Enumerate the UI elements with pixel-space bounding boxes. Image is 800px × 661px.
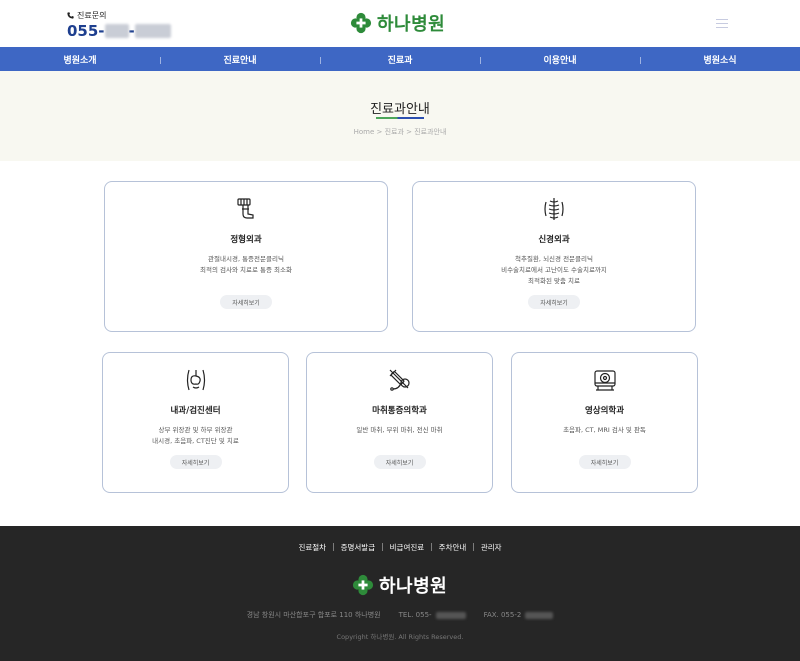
title-underline <box>376 117 424 119</box>
menu-icon[interactable] <box>716 19 728 29</box>
breadcrumb: Home > 진료과 > 진료과안내 <box>353 128 447 136</box>
page-title: 진료과안내 <box>370 102 430 117</box>
card-title: 영상의학과 <box>584 406 625 416</box>
card-desc-line: 최적화된 맞춤 치료 <box>528 277 580 285</box>
card-desc-line: 상부 위장관 및 하부 위장관 <box>158 426 233 434</box>
main-nav: 병원소개 진료안내 진료과 이용안내 병원소식 <box>0 47 800 71</box>
nav-item-news[interactable]: 병원소식 <box>640 47 800 71</box>
card-title: 정형외과 <box>230 235 262 245</box>
card-desc-line: 일반 마취, 부위 마취, 전신 마취 <box>356 426 443 434</box>
nav-item-usage-guide[interactable]: 이용안내 <box>480 47 640 71</box>
logo-text: 하나병원 <box>377 14 446 35</box>
fax-redacted <box>525 611 554 619</box>
details-button[interactable]: 자세히보기 <box>169 455 222 469</box>
orthopedic-brace-icon <box>237 198 254 219</box>
footer-logo-text: 하나병원 <box>379 576 448 597</box>
footer-link-admin[interactable]: 관리자 <box>481 542 502 553</box>
fax-label: FAX. 055-2 <box>483 611 522 619</box>
details-button[interactable]: 자세히보기 <box>528 295 580 309</box>
department-card-internal-medicine: 내과/검진센터 상부 위장관 및 하부 위장관 내시경, 초음파, CT진단 및… <box>102 352 289 493</box>
address-text: 경남 창원시 마산합포구 합포로 110 하나병원 <box>246 611 381 619</box>
torso-organs-icon <box>186 369 205 391</box>
site-logo[interactable]: 하나병원 <box>350 10 445 36</box>
copyright: Copyright 하나병원. All Rights Reserved. <box>336 633 464 641</box>
card-desc-line: 최적의 검사와 치료로 통증 최소화 <box>200 266 292 274</box>
scanner-icon <box>593 370 616 391</box>
department-card-orthopedics: 정형외과 관절내시경, 통증전문클리닉 최적의 검사와 치료로 통증 최소화 자… <box>104 181 388 332</box>
phone-redacted-part <box>134 24 171 38</box>
card-description: 척추질환, 뇌신경 전문클리닉 비수술치료에서 고난이도 수술치료까지 최적화된… <box>413 254 695 287</box>
card-description: 일반 마취, 부위 마취, 전신 마취 <box>307 425 492 436</box>
card-description: 상부 위장관 및 하부 위장관 내시경, 초음파, CT진단 및 치료 <box>103 425 288 447</box>
footer-logo[interactable]: 하나병원 <box>352 572 447 598</box>
footer-link-certificates[interactable]: 증명서발급 <box>341 542 376 553</box>
card-desc-line: 척추질환, 뇌신경 전문클리닉 <box>515 255 593 263</box>
clover-logo-icon <box>350 12 372 34</box>
nav-item-treatment-guide[interactable]: 진료안내 <box>160 47 320 71</box>
header: 진료문의 055- - 하나병원 <box>0 0 800 47</box>
footer-link-non-covered[interactable]: 비급여진료 <box>390 542 425 553</box>
department-card-neurosurgery: 신경외과 척추질환, 뇌신경 전문클리닉 비수술치료에서 고난이도 수술치료까지… <box>412 181 696 332</box>
details-button[interactable]: 자세히보기 <box>220 295 272 309</box>
phone-dash: - <box>128 22 135 40</box>
card-title: 신경외과 <box>538 235 570 245</box>
department-card-radiology: 영상의학과 초음파, CT, MRI 검사 및 판독 자세히보기 <box>511 352 698 493</box>
card-description: 초음파, CT, MRI 검사 및 판독 <box>512 425 697 436</box>
phone-label: 진료문의 <box>67 10 171 21</box>
footer-link-treatment-procedure[interactable]: 진료절차 <box>298 542 326 553</box>
phone-redacted-part <box>104 24 129 38</box>
card-title: 내과/검진센터 <box>170 406 221 416</box>
card-desc-line: 비수술치료에서 고난이도 수술치료까지 <box>501 266 607 274</box>
details-button[interactable]: 자세히보기 <box>373 455 426 469</box>
syringe-stethoscope-icon <box>389 369 410 391</box>
card-title: 마취통증의학과 <box>372 406 427 416</box>
nav-item-departments[interactable]: 진료과 <box>320 47 480 71</box>
footer-address: 경남 창원시 마산합포구 합포로 110 하나병원 TEL. 055- FAX.… <box>0 610 800 620</box>
tel-label: TEL. 055- <box>398 611 432 619</box>
department-card-anesthesiology: 마취통증의학과 일반 마취, 부위 마취, 전신 마취 자세히보기 <box>306 352 493 493</box>
card-desc-line: 관절내시경, 통증전문클리닉 <box>208 255 284 263</box>
card-desc-line: 초음파, CT, MRI 검사 및 판독 <box>563 426 646 434</box>
footer-links: 진료절차 | 증명서발급 | 비급여진료 | 주차안내 | 관리자 <box>298 542 502 553</box>
phone-contact: 진료문의 055- - <box>67 10 171 40</box>
title-band: 진료과안내 Home > 진료과 > 진료과안내 <box>0 71 800 161</box>
phone-number[interactable]: 055- - <box>67 22 171 40</box>
nav-item-about[interactable]: 병원소개 <box>0 47 160 71</box>
phone-prefix: 055- <box>67 22 105 40</box>
spine-icon <box>544 198 564 220</box>
footer-link-parking[interactable]: 주차안내 <box>439 542 467 553</box>
card-description: 관절내시경, 통증전문클리닉 최적의 검사와 치료로 통증 최소화 <box>105 254 387 276</box>
tel-redacted <box>435 611 466 619</box>
footer: 진료절차 | 증명서발급 | 비급여진료 | 주차안내 | 관리자 하나병원 경… <box>0 526 800 661</box>
card-desc-line: 내시경, 초음파, CT진단 및 치료 <box>152 437 239 445</box>
details-button[interactable]: 자세히보기 <box>578 455 631 469</box>
clover-logo-icon <box>352 574 374 596</box>
page: 진료문의 055- - 하나병원 병원소개 진료안내 진료과 이용안내 병원소식… <box>0 0 800 661</box>
phone-label-text: 진료문의 <box>77 11 107 20</box>
phone-icon <box>67 12 74 19</box>
